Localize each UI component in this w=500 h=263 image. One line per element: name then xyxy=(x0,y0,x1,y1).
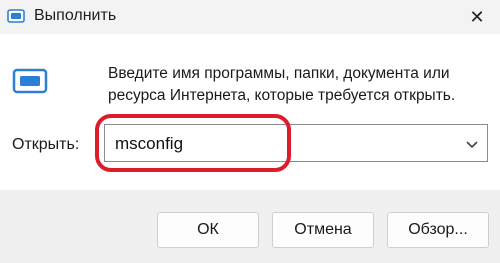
run-icon xyxy=(7,8,25,24)
dialog-content: Введите имя программы, папки, документа … xyxy=(0,34,500,190)
open-label: Открыть: xyxy=(12,136,80,153)
cancel-button[interactable]: Отмена xyxy=(272,212,374,248)
ok-button[interactable]: ОК xyxy=(157,212,259,248)
chevron-down-icon[interactable] xyxy=(465,137,479,149)
open-combobox[interactable]: msconfig xyxy=(104,124,488,162)
close-button[interactable]: ✕ xyxy=(454,0,500,34)
title-bar: Выполнить ✕ xyxy=(0,0,500,34)
run-icon xyxy=(12,66,48,96)
close-icon: ✕ xyxy=(469,7,485,27)
open-input[interactable]: msconfig xyxy=(115,134,183,154)
button-bar: ОК Отмена Обзор... xyxy=(0,190,500,263)
window-title: Выполнить xyxy=(34,7,117,24)
browse-button[interactable]: Обзор... xyxy=(387,212,489,248)
description-text: Введите имя программы, папки, документа … xyxy=(108,65,456,104)
